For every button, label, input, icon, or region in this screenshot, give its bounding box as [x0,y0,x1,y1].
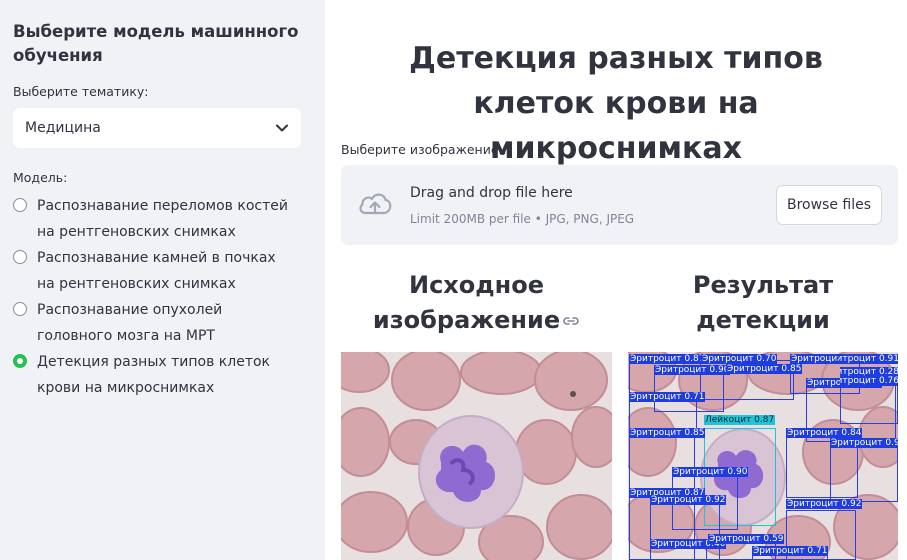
topic-select-value: Медицина [25,120,101,136]
model-option-kidney-stones[interactable]: Распознавание камней в почках на рентген… [13,246,312,297]
detection-label: Эритроцит 0.90 [654,365,731,375]
detection-result-image: Эритроцит 0.87 Эритроцит 0.70 Эритроцит … [628,352,898,560]
topic-select[interactable]: Медицина [13,108,301,148]
detection-label: Эритроцит 0.84 [786,428,863,438]
original-image [341,352,612,560]
detection-label: Эритроцит 0.76 [840,376,898,386]
model-option-label: Распознавание переломов костей на рентге… [37,198,288,240]
radio-button[interactable] [13,250,27,264]
link-icon[interactable] [562,315,580,327]
detection-label: Эритроцит 0.91 [838,354,898,364]
model-radio-group: Распознавание переломов костей на рентге… [13,194,312,401]
leukocyte-label: Лейкоцит 0.87 [704,415,776,425]
detection-label: Эритроцит 0.92 [786,499,863,509]
detection-label: Эритроцит 0.71 [752,546,829,556]
main-content: Детекция разных типов клеток крови на ми… [325,0,907,560]
detection-label: Эритроцит 0.85 [629,428,706,438]
sidebar: Выберите модель машинного обучения Выбер… [0,0,325,560]
uploader-label: Выберите изображение... [341,142,511,157]
detection-label: Эритроцит 0.92 [650,495,727,505]
sidebar-title: Выберите модель машинного обучения [13,22,299,65]
detection-label: Эритроцит 0.71 [629,392,706,402]
original-image-title: Исходное изображение [372,271,561,334]
detection-label: Эритроцит 0.70 [701,354,778,364]
cloud-upload-icon [359,193,392,215]
result-heading: Результат детекции [692,271,834,334]
model-option-blood-cells[interactable]: Детекция разных типов клеток крови на ми… [13,350,312,401]
original-image-heading: Исходное изображение [341,268,612,338]
model-option-label: Детекция разных типов клеток крови на ми… [37,354,270,396]
model-option-label: Распознавание камней в почках на рентген… [37,250,276,292]
radio-button[interactable] [13,302,27,316]
model-option-brain-tumors[interactable]: Распознавание опухолей головного мозга н… [13,298,312,349]
drag-drop-text: Drag and drop file here [410,185,573,201]
detection-label: Эритроцит 0.85 [726,364,803,374]
radio-button[interactable] [13,198,27,212]
file-dropzone[interactable]: Drag and drop file here Limit 200MB per … [341,165,898,245]
radio-button-selected[interactable] [13,354,27,368]
blood-smear-image [341,352,612,560]
detection-label: Эритроцит 0.59 [708,534,785,544]
file-limit-text: Limit 200MB per file • JPG, PNG, JPEG [410,212,635,226]
model-option-fractures[interactable]: Распознавание переломов костей на рентге… [13,194,312,245]
chevron-down-icon [276,124,288,132]
detection-label: Эритроцит 0.87 [629,354,706,364]
browse-files-button[interactable]: Browse files [776,185,882,225]
detection-label: Эритроцит 0.92 [830,438,898,448]
detection-box [830,444,898,502]
model-label: Модель: [13,170,68,185]
model-option-label: Распознавание опухолей головного мозга н… [37,302,223,344]
detection-label: Эритроцит 0.90 [672,467,749,477]
topic-label: Выберите тематику: [13,84,149,99]
